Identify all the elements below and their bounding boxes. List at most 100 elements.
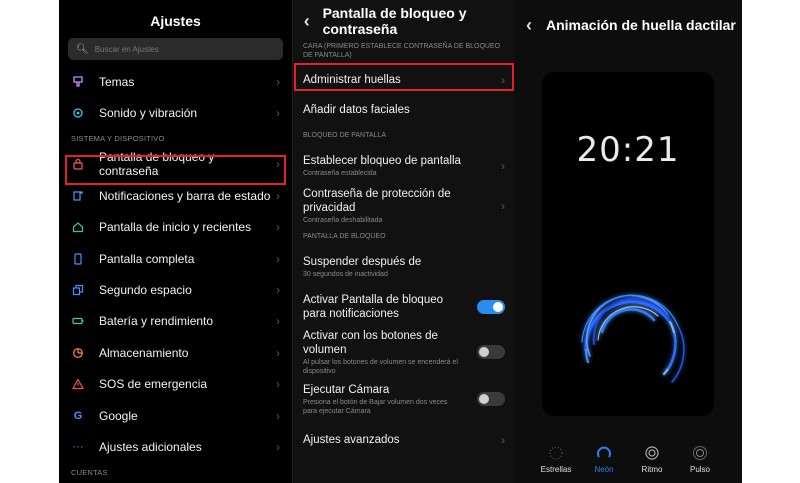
menu-item-label: Temas: [99, 74, 135, 89]
menu-item-almacenamiento[interactable]: Almacenamiento ›: [59, 337, 292, 368]
menu-item-inicio[interactable]: Pantalla de inicio y recientes ›: [59, 212, 292, 243]
launch-camera-item: Ejecutar Cámara Presiona el botón de Baj…: [293, 376, 515, 422]
animation-preview: 20:21: [542, 72, 714, 416]
more-icon: ···: [72, 440, 84, 453]
menu-item-label: Google: [99, 408, 138, 423]
item-title: Suspender después de: [303, 256, 422, 268]
animation-options: Estrellas Neón Ritmo Pulso: [514, 443, 742, 474]
search-icon: 🔍︎: [76, 43, 89, 55]
option-neon[interactable]: Neón: [584, 443, 624, 474]
menu-item-sonido[interactable]: Sonido y vibración ›: [59, 97, 292, 128]
search-input[interactable]: 🔍︎ Buscar en Ajustes: [68, 38, 283, 60]
notifications-toggle[interactable]: [477, 300, 505, 314]
item-title: Activar Pantalla de bloqueo para notific…: [303, 294, 444, 320]
menu-item-segundo-espacio[interactable]: Segundo espacio ›: [59, 274, 292, 305]
item-subtitle: 30 segundos de inactividad: [303, 271, 388, 278]
item-subtitle: Contraseña establecida: [303, 170, 377, 177]
chevron-right-icon: ›: [276, 74, 280, 89]
battery-icon: [71, 314, 85, 328]
section-header: Cara (primero establece contraseña de bl…: [303, 43, 501, 59]
privacy-password-item[interactable]: Contraseña de protección de privacidad C…: [293, 186, 515, 226]
chevron-right-icon: ›: [276, 188, 280, 203]
speaker-icon: [71, 106, 85, 120]
chevron-right-icon: ›: [276, 220, 280, 235]
brush-icon: [71, 75, 85, 89]
notifications-lock-item: Activar Pantalla de bloqueo para notific…: [293, 286, 515, 328]
pulse-animation-icon: [692, 443, 708, 463]
chevron-right-icon: ›: [501, 199, 505, 213]
item-subtitle: Contraseña deshabilitada: [303, 217, 383, 224]
menu-item-label: Pantalla completa: [99, 251, 195, 266]
warning-icon: [71, 377, 85, 391]
menu-item-pantalla-completa[interactable]: Pantalla completa ›: [59, 243, 292, 274]
launch-camera-toggle[interactable]: [477, 392, 505, 406]
chevron-right-icon: ›: [276, 106, 280, 121]
option-label: Neón: [594, 465, 614, 474]
page-title: Animación de huella dactilar: [546, 17, 736, 33]
menu-item-label: Pantalla de inicio y recientes: [99, 220, 252, 235]
item-title: Establecer bloqueo de pantalla: [303, 155, 461, 167]
option-ritmo[interactable]: Ritmo: [632, 443, 672, 474]
menu-item-temas[interactable]: Temas ›: [59, 66, 292, 97]
menu-item-label: SOS de emergencia: [99, 377, 208, 392]
highlight-box: [294, 63, 514, 91]
neon-animation-icon: [596, 443, 612, 463]
section-header: Cuentas: [71, 468, 108, 478]
stars-animation-icon: [548, 443, 564, 463]
menu-item-label: Segundo espacio: [99, 283, 192, 298]
chevron-right-icon: ›: [276, 314, 280, 329]
volume-wake-toggle[interactable]: [477, 345, 505, 359]
add-face-item[interactable]: Añadir datos faciales: [293, 94, 515, 126]
header: ‹ Pantalla de bloqueo y contraseña: [293, 0, 515, 42]
sleep-item[interactable]: Suspender después de 30 segundos de inac…: [293, 248, 515, 286]
google-icon: G: [73, 409, 83, 422]
item-title: Contraseña de protección de privacidad: [303, 188, 451, 214]
second-space-icon: [71, 283, 85, 297]
item-title: Añadir datos faciales: [303, 104, 410, 116]
menu-item-label: Notificaciones y barra de estado: [99, 188, 271, 203]
menu-item-label: Almacenamiento: [99, 345, 189, 360]
highlight-box: [65, 155, 286, 185]
advanced-settings-item[interactable]: Ajustes avanzados ›: [293, 422, 515, 458]
rhythm-animation-icon: [644, 443, 660, 463]
menu-item-label: Sonido y vibración: [99, 106, 198, 121]
header: ‹ Animación de huella dactilar: [514, 0, 742, 50]
option-label: Pulso: [689, 465, 710, 474]
chevron-right-icon: ›: [276, 439, 280, 454]
set-lock-item[interactable]: Establecer bloqueo de pantalla Contraseñ…: [293, 146, 515, 186]
neon-fingerprint-animation: [581, 294, 685, 383]
menu-item-google[interactable]: G Google ›: [59, 400, 292, 431]
menu-item-ajustes-adicionales[interactable]: ··· Ajustes adicionales ›: [59, 431, 292, 462]
item-title: Activar con los botones de volumen: [303, 329, 438, 356]
page-title: Ajustes: [150, 13, 201, 29]
settings-screen: Ajustes 🔍︎ Buscar en Ajustes Temas › Son…: [59, 0, 292, 483]
chevron-right-icon: ›: [501, 159, 505, 173]
home-icon: [71, 220, 85, 234]
option-pulso[interactable]: Pulso: [680, 443, 720, 474]
item-subtitle: Al pulsar los botones de volumen se ence…: [303, 358, 458, 375]
storage-icon: [71, 346, 85, 360]
back-arrow-icon[interactable]: ‹: [299, 12, 315, 30]
section-header: Sistema y dispositivo: [71, 134, 165, 144]
menu-item-label: Ajustes adicionales: [99, 439, 202, 454]
chevron-right-icon: ›: [276, 345, 280, 360]
item-title: Ajustes avanzados: [303, 434, 400, 446]
fingerprint-animation-screen: ‹ Animación de huella dactilar 20:21 Est…: [514, 0, 742, 483]
option-estrellas[interactable]: Estrellas: [536, 443, 576, 474]
search-placeholder: Buscar en Ajustes: [94, 44, 159, 54]
menu-item-label: Batería y rendimiento: [99, 314, 214, 329]
section-header: Pantalla de bloqueo: [303, 233, 386, 240]
chevron-right-icon: ›: [276, 408, 280, 423]
option-label: Estrellas: [540, 465, 572, 474]
fullscreen-icon: [71, 252, 85, 266]
chevron-right-icon: ›: [276, 283, 280, 298]
item-title: Ejecutar Cámara: [303, 383, 390, 396]
menu-item-sos[interactable]: SOS de emergencia ›: [59, 369, 292, 400]
page-title: Pantalla de bloqueo y contraseña: [322, 5, 467, 37]
notification-icon: [71, 189, 85, 203]
menu-item-bateria[interactable]: Batería y rendimiento ›: [59, 306, 292, 337]
volume-wake-item: Activar con los botones de volumen Al pu…: [293, 328, 515, 376]
chevron-right-icon: ›: [276, 377, 280, 392]
option-label: Ritmo: [641, 465, 663, 474]
back-arrow-icon[interactable]: ‹: [520, 16, 538, 34]
